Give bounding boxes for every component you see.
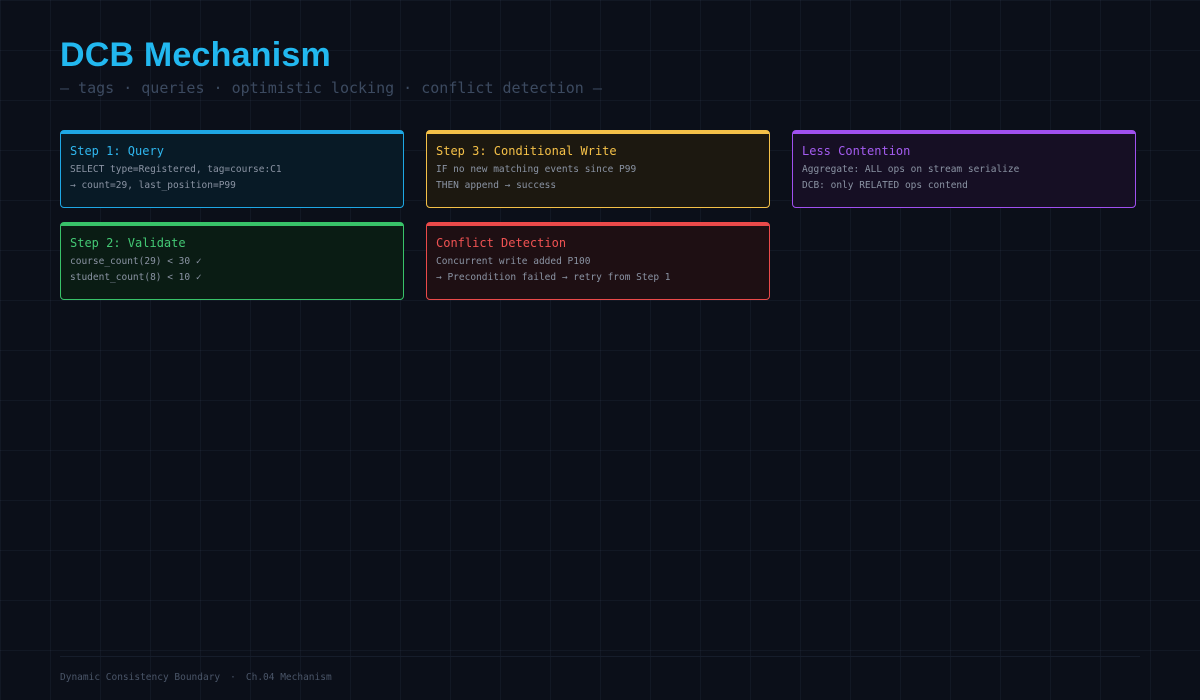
card-line: → Precondition failed → retry from Step … <box>436 272 671 283</box>
page-title: DCB Mechanism <box>60 36 331 74</box>
card-line: student_count(8) < 10 ✓ <box>70 272 202 283</box>
card-line: SELECT type=Registered, tag=course:C1 <box>70 164 282 175</box>
less-contention-card: Less Contention Aggregate: ALL ops on st… <box>792 130 1136 208</box>
footer-left-text: Dynamic Consistency Boundary <box>60 672 221 683</box>
card-title: Less Contention <box>802 144 911 158</box>
card-line: DCB: only RELATED ops contend <box>802 180 968 191</box>
card-line: → count=29, last_position=P99 <box>70 180 236 191</box>
card-line: THEN append → success <box>436 180 557 191</box>
footer-separator: · <box>230 672 236 683</box>
conflict-detection-card: Conflict Detection Concurrent write adde… <box>426 222 770 300</box>
card-title: Conflict Detection <box>436 236 567 250</box>
card-line: Concurrent write added P100 <box>436 256 591 267</box>
footer-right-text: Ch.04 Mechanism <box>245 672 332 683</box>
card-line: IF no new matching events since P99 <box>436 164 637 175</box>
footer: Dynamic Consistency Boundary · Ch.04 Mecha… <box>60 672 332 683</box>
card-title: Step 3: Conditional Write <box>436 144 617 158</box>
step-3-conditional-write-card: Step 3: Conditional Write IF no new matc… <box>426 130 770 208</box>
step-2-validate-card: Step 2: Validate course_count(29) < 30 ✓… <box>60 222 404 300</box>
page-subtitle: — tags · queries · optimistic locking · … <box>60 79 602 97</box>
card-title: Step 1: Query <box>70 144 164 158</box>
card-title: Step 2: Validate <box>70 236 186 250</box>
step-1-query-card: Step 1: Query SELECT type=Registered, ta… <box>60 130 404 208</box>
card-line: Aggregate: ALL ops on stream serialize <box>802 164 1020 175</box>
card-line: course_count(29) < 30 ✓ <box>70 256 202 267</box>
footer-divider <box>60 656 1140 657</box>
